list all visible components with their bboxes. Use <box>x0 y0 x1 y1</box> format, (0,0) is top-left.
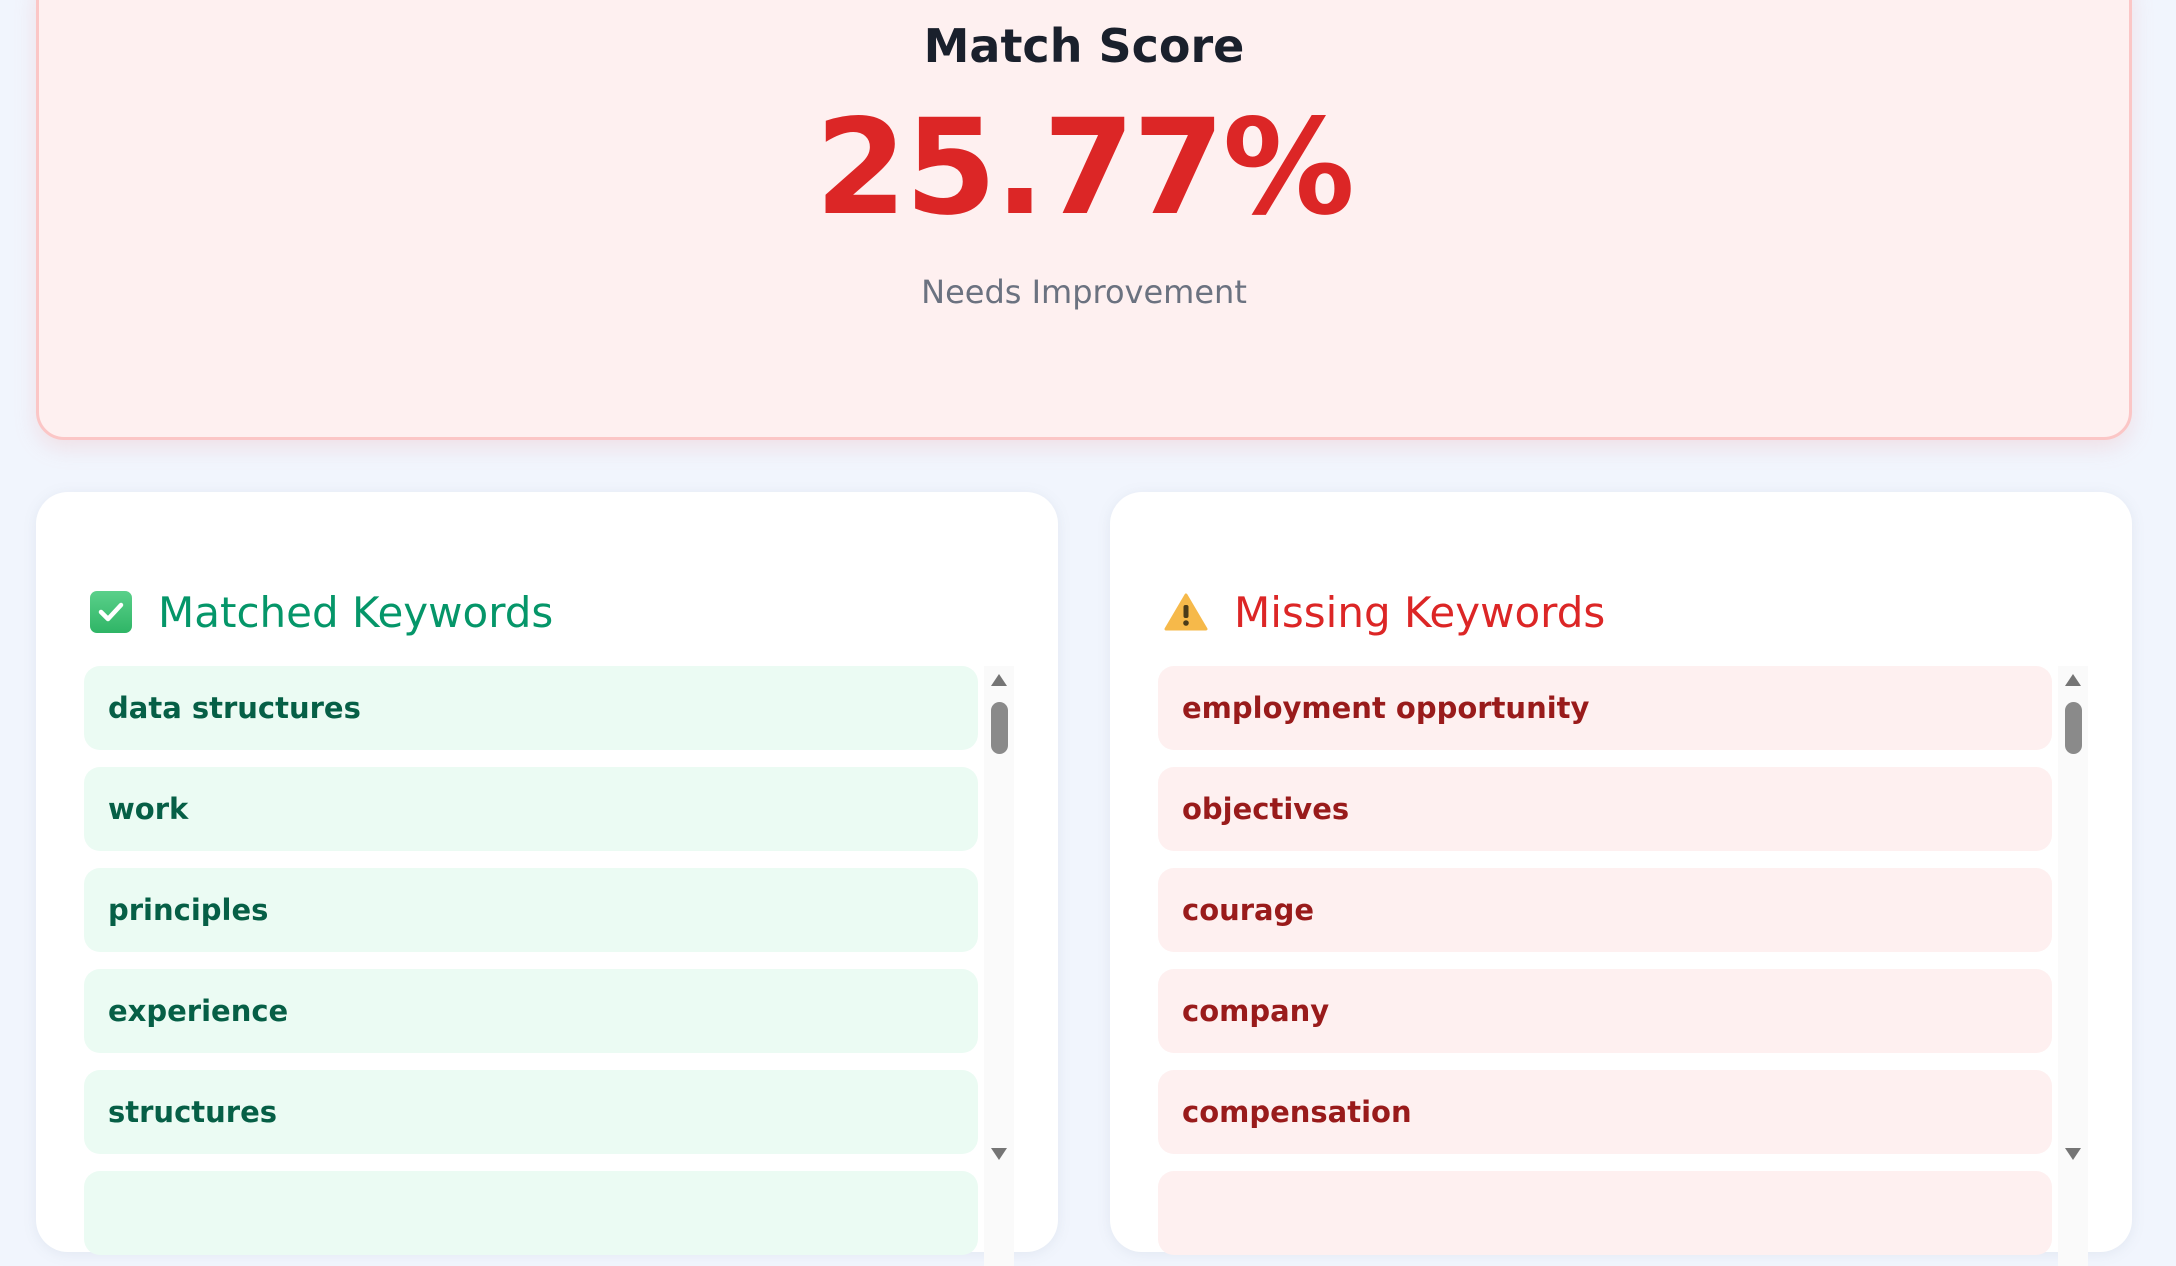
matched-keywords-scrollbar[interactable] <box>984 666 1014 1266</box>
matched-keyword-item-partial <box>84 1171 978 1255</box>
scroll-down-arrow-icon[interactable] <box>2065 1148 2081 1160</box>
match-score-value: 25.77% <box>815 91 1355 245</box>
missing-keyword-item-partial <box>1158 1171 2052 1255</box>
matched-keyword-item: data structures <box>84 666 978 750</box>
matched-keyword-item: structures <box>84 1070 978 1154</box>
matched-keywords-panel: Matched Keywords data structures work pr… <box>36 492 1058 1266</box>
missing-keywords-list[interactable]: employment opportunity objectives courag… <box>1158 666 2088 1266</box>
scroll-up-arrow-icon[interactable] <box>991 674 1007 686</box>
matched-keywords-header: Matched Keywords <box>90 582 553 642</box>
missing-keywords-scrollbar[interactable] <box>2058 666 2088 1266</box>
missing-keywords-panel: Missing Keywords employment opportunity … <box>1110 492 2132 1266</box>
matched-keyword-item: work <box>84 767 978 851</box>
match-score-card: Match Score 25.77% Needs Improvement <box>36 0 2132 440</box>
missing-keywords-title: Missing Keywords <box>1234 587 1606 637</box>
scrollbar-thumb[interactable] <box>2065 702 2082 754</box>
matched-keywords-list[interactable]: data structures work principles experien… <box>84 666 1014 1266</box>
missing-keyword-item: compensation <box>1158 1070 2052 1154</box>
scroll-up-arrow-icon[interactable] <box>2065 674 2081 686</box>
missing-keyword-item: courage <box>1158 868 2052 952</box>
missing-keywords-header: Missing Keywords <box>1164 582 1605 642</box>
matched-keywords-title: Matched Keywords <box>158 587 554 637</box>
missing-keyword-item: employment opportunity <box>1158 666 2052 750</box>
warning-icon <box>1164 593 1208 631</box>
scrollbar-thumb[interactable] <box>991 702 1008 754</box>
missing-keyword-item: objectives <box>1158 767 2052 851</box>
check-box-icon <box>90 591 132 633</box>
match-score-title: Match Score <box>923 19 1245 73</box>
missing-keyword-item: company <box>1158 969 2052 1053</box>
match-score-status: Needs Improvement <box>921 273 1247 311</box>
matched-keyword-item: experience <box>84 969 978 1053</box>
scroll-down-arrow-icon[interactable] <box>991 1148 1007 1160</box>
matched-keyword-item: principles <box>84 868 978 952</box>
